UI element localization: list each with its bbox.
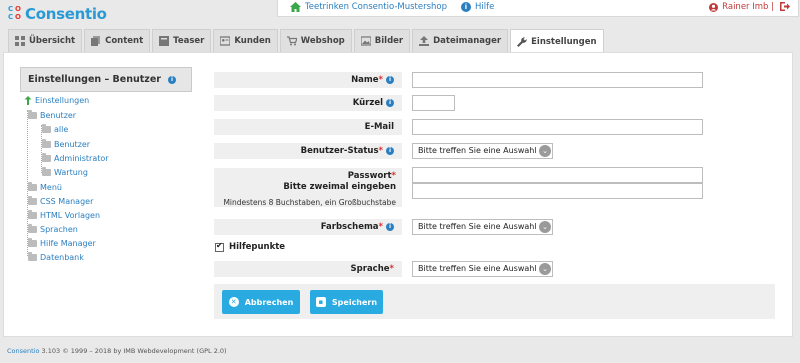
save-icon: ▪ [315,297,326,307]
button-bar: ✕ Abbrechen ▪ Speichern [214,284,775,319]
wrench-icon [517,36,527,47]
tab-kunden[interactable]: Kunden [213,29,278,52]
footer: Consentio 3.103 © 1999 – 2018 by IMB Web… [7,347,227,355]
status-label: Benutzer-Status* i [214,143,402,159]
tree-item-administrator[interactable]: Administrator [42,153,109,163]
footer-brand-link[interactable]: Consentio [7,347,39,355]
email-label: E-Mail [214,119,402,135]
tree-item-html-vorlagen[interactable]: HTML Vorlagen [28,210,100,220]
folder-icon [28,224,37,233]
tab-webshop[interactable]: Webshop [279,29,352,52]
info-icon[interactable]: i [167,75,176,84]
info-icon[interactable]: i [386,98,394,107]
tab-content[interactable]: Content [84,29,151,52]
tree-item-einstellungen[interactable]: Einstellungen [24,96,89,105]
teaser-icon [159,36,170,46]
tree-item-sprachen[interactable]: Sprachen [28,224,78,234]
tree-item-benutzer[interactable]: Benutzer [42,139,90,149]
password-input[interactable] [412,167,703,183]
info-icon[interactable]: i [386,222,394,231]
grid-icon [15,36,25,46]
contact-card-icon [220,36,231,46]
user-link[interactable]: Rainer Imb | [709,2,774,12]
logout-icon [780,2,790,11]
shop-link[interactable]: Teetrinken Consentio-Mustershop [290,2,447,12]
farbschema-select[interactable]: Bitte treffen Sie eine Auswahl ⌄ [412,219,553,235]
folder-icon [28,210,37,219]
main-panel: Einstellungen – Benutzer i Einstellungen… [3,52,793,337]
hilfepunkte-checkbox[interactable] [215,241,224,252]
logo-text: Consentio [25,5,107,23]
app-logo[interactable]: C O C O Consentio [8,4,107,24]
help-link[interactable]: i Hilfe [458,2,494,12]
tab-teaser[interactable]: Teaser [152,29,212,52]
chevron-down-icon: ⌄ [539,221,551,233]
main-tabs: Übersicht Content Teaser Kunden Webshop … [8,29,604,53]
tree-item-css-manager[interactable]: CSS Manager [28,196,93,206]
kuerzel-input[interactable] [412,95,455,111]
logout-button[interactable] [780,2,790,11]
folder-icon [42,153,51,162]
tab-bilder[interactable]: Bilder [353,29,411,52]
folder-icon [42,139,51,148]
top-bar: Teetrinken Consentio-Mustershop i Hilfe … [277,0,799,17]
info-icon: i [461,2,471,12]
tab-dateimanager[interactable]: Dateimanager [412,29,509,52]
folder-icon [28,196,37,205]
home-icon [290,2,301,12]
tree-item-hilfe-manager[interactable]: Hilfe Manager [28,238,96,248]
status-select[interactable]: Bitte treffen Sie eine Auswahl ⌄ [412,143,553,159]
email-input[interactable] [412,119,703,135]
sprache-select[interactable]: Bitte treffen Sie eine Auswahl ⌄ [412,261,553,277]
logo-mark: C O C O [8,5,21,21]
sidebar-title: Einstellungen – Benutzer i [20,67,192,92]
info-icon[interactable]: i [386,75,394,84]
tree-item-wartung[interactable]: Wartung [42,167,88,177]
folder-icon [42,167,51,176]
chevron-down-icon: ⌄ [539,263,551,275]
save-button[interactable]: ▪ Speichern [310,290,383,314]
images-icon [360,36,371,46]
user-label: Rainer Imb | [722,2,774,12]
name-input[interactable] [412,72,703,88]
folder-icon [28,252,37,261]
tree-item-benutzer-folder[interactable]: Benutzer [28,110,76,120]
tree-item-alle[interactable]: alle [42,124,68,134]
tree-item-datenbank[interactable]: Datenbank [28,252,84,262]
help-label: Hilfe [475,2,495,12]
password-repeat-input[interactable] [412,183,703,199]
cart-icon [286,36,297,46]
hilfepunkte-row[interactable]: Hilfepunkte [215,241,285,252]
password-label: Passwort* Bitte zweimal eingeben Mindest… [214,168,402,207]
folder-icon [28,110,37,119]
shop-label: Teetrinken Consentio-Mustershop [305,2,448,12]
tree-item-menu[interactable]: Menü [28,182,62,192]
folder-icon [28,182,37,191]
close-icon: ✕ [228,297,239,307]
sprache-label: Sprache* [214,261,402,277]
folder-icon [42,124,51,133]
folder-icon [28,238,37,247]
tab-uebersicht[interactable]: Übersicht [8,29,83,52]
kuerzel-label: Kürzel i [214,95,402,111]
tab-einstellungen[interactable]: Einstellungen [510,29,604,53]
cancel-button[interactable]: ✕ Abbrechen [222,290,300,314]
user-icon [709,2,719,12]
upload-icon [419,36,430,46]
chevron-down-icon: ⌄ [539,145,551,157]
pages-icon [91,36,101,46]
farbschema-label: Farbschema* i [214,219,402,235]
level-up-icon [24,96,32,105]
info-icon[interactable]: i [386,146,394,155]
name-label: Name* i [214,72,402,88]
